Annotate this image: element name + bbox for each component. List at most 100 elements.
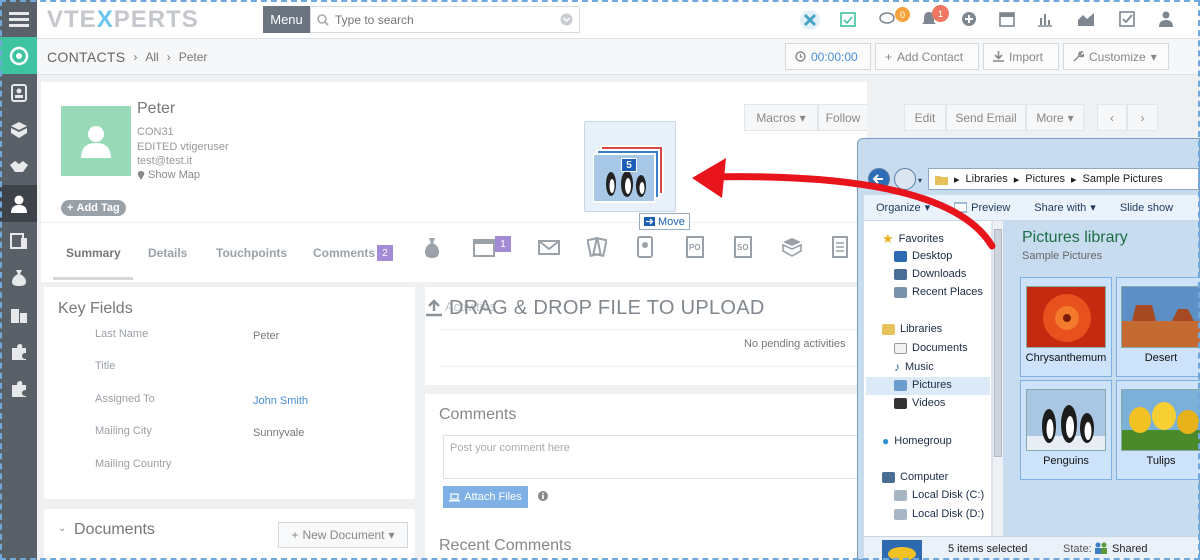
puzzle-icon[interactable] [0,333,37,370]
nav-disk-d[interactable]: Local Disk (D:) [894,508,984,520]
move-arrow-icon [644,217,655,226]
profile-icon[interactable] [1159,11,1173,27]
nav-downloads[interactable]: Downloads [894,268,966,280]
new-document-button[interactable]: + New Document ▾ [278,522,408,548]
file-item-tulips[interactable]: Tulips [1116,380,1200,480]
edit-button[interactable]: Edit [904,104,946,131]
scrollbar-thumb[interactable] [994,229,1002,457]
nav-pictures[interactable]: Pictures [894,379,952,391]
field-label-assigned-to: Assigned To [95,393,155,405]
key-fields-title: Key Fields [58,300,133,317]
cube-icon[interactable] [0,111,37,148]
calendar-icon[interactable] [473,237,495,257]
chevron-down-icon[interactable]: ⌄ [58,523,66,534]
nav-computer[interactable]: Computer [882,471,948,483]
library-subtitle: Sample Pictures [1022,250,1103,262]
tab-summary[interactable]: Summary [66,246,121,260]
path-segment[interactable]: Sample Pictures [1083,173,1163,185]
nav-recent-places[interactable]: Recent Places [894,286,983,298]
vtexperts-x-icon[interactable] [800,10,820,30]
tab-details[interactable]: Details [148,246,187,260]
tab-touchpoints[interactable]: Touchpoints [216,246,287,260]
previous-record-button[interactable]: ‹ [1097,104,1127,131]
field-value-last-name[interactable]: Peter [253,330,279,342]
map-pin-icon [137,171,145,180]
show-map-link[interactable]: Show Map [137,169,200,181]
nav-libraries[interactable]: Libraries [882,323,942,335]
nav-disk-c[interactable]: Local Disk (C:) [894,489,984,501]
hamburger-icon[interactable] [0,0,37,37]
nav-documents[interactable]: Documents [894,342,968,354]
mobile-card-icon[interactable] [0,222,37,259]
videos-icon [894,397,907,409]
puzzle-gear-icon[interactable] [0,370,37,407]
calendar-check-icon[interactable] [840,11,856,27]
handshake-icon[interactable] [0,148,37,185]
checkbox-icon[interactable] [1119,11,1135,27]
envelope-icon[interactable] [538,240,560,255]
chevron-down-circle-icon[interactable] [560,13,573,26]
slide-show-button[interactable]: Slide show [1108,202,1185,214]
money-bag-icon[interactable] [0,259,37,296]
nav-scrollbar[interactable] [992,221,1003,536]
drag-drop-upload-text[interactable]: DRAG & DROP FILE TO UPLOAD [449,297,765,320]
add-tag-button[interactable]: + Add Tag [61,200,126,216]
status-item-count: 5 items selected [948,543,1028,555]
documents-icon [894,342,907,354]
no-pending-activities: No pending activities [744,338,846,350]
send-email-button[interactable]: Send Email [946,104,1026,131]
customize-button[interactable]: Customize ▾ [1063,43,1169,70]
field-value-mailing-city[interactable]: Sunnyvale [253,427,304,439]
selection-thumbnail-icon [882,540,922,560]
path-segment[interactable]: Pictures [1025,173,1065,185]
money-bag-icon[interactable] [424,237,440,259]
info-icon[interactable] [538,491,548,501]
area-chart-icon[interactable] [1077,11,1095,27]
plus-icon: + [67,202,74,214]
nav-homegroup[interactable]: ● Homegroup [882,434,952,448]
share-with-button[interactable]: Share with ▾ [1022,201,1108,215]
file-item-chrysanthemum[interactable]: Chrysanthemum [1020,277,1112,377]
caret-down-icon: ▾ [1067,110,1074,125]
file-item-desert[interactable]: Desert [1116,277,1200,377]
caret-down-icon: ▾ [799,110,806,125]
plus-circle-icon[interactable] [961,11,977,27]
documents-icon[interactable] [587,237,607,257]
contacts-book-icon[interactable] [0,74,37,111]
vtexperts-logo[interactable]: VTEXPERTS [47,6,199,34]
file-item-penguins[interactable]: Penguins [1020,380,1112,480]
timer-button[interactable]: 00:00:00 [785,43,871,70]
field-label-mailing-city: Mailing City [95,425,152,437]
breadcrumb-filter[interactable]: All [145,50,158,64]
global-search[interactable] [310,6,580,33]
search-input[interactable] [335,12,554,27]
caret-down-icon: ▾ [1150,49,1157,64]
nav-music[interactable]: ♪ Music [894,360,934,374]
add-contact-button[interactable]: + Add Contact [875,43,979,70]
home-icon[interactable] [0,37,37,74]
bar-chart-icon[interactable] [1037,11,1053,27]
user-silhouette-icon [81,126,111,158]
field-value-assigned-to[interactable]: John Smith [253,395,308,407]
more-button[interactable]: More ▾ [1026,104,1084,131]
building-icon[interactable] [0,296,37,333]
menu-button[interactable]: Menu [263,6,310,33]
import-button[interactable]: Import [983,43,1059,70]
record-email[interactable]: test@test.it [137,155,192,167]
follow-button[interactable]: Follow [818,104,867,131]
breadcrumb-module[interactable]: CONTACTS [47,49,125,65]
user-icon[interactable] [0,185,37,222]
nav-videos[interactable]: Videos [894,397,945,409]
next-record-button[interactable]: › [1127,104,1158,131]
top-bar: VTEXPERTS Menu 0 1 [37,0,1200,39]
plus-icon: + [291,528,299,542]
clock-icon [795,51,806,62]
attach-files-button[interactable]: Attach Files [443,486,528,508]
contact-card-icon[interactable] [637,236,653,258]
chevron-left-icon: ‹ [1110,110,1114,125]
tab-comments[interactable]: Comments [313,246,375,260]
calendar-icon[interactable] [999,11,1015,27]
macros-button[interactable]: Macros ▾ [744,104,818,131]
comment-textarea[interactable]: Post your comment here [443,435,867,479]
download-icon [993,51,1004,62]
